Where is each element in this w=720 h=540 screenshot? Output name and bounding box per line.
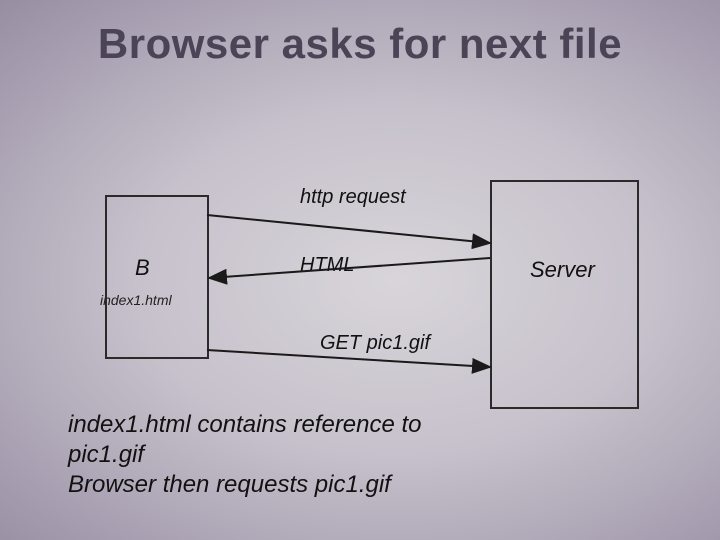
- slide-title: Browser asks for next file: [0, 20, 720, 68]
- arrow-label-get: GET pic1.gif: [320, 332, 430, 355]
- arrow-label-http-request: http request: [300, 186, 406, 209]
- server-box: [490, 180, 639, 409]
- browser-file-label: index1.html: [100, 292, 172, 308]
- server-label: Server: [530, 257, 595, 283]
- browser-box: [105, 195, 209, 359]
- slide: Browser asks for next file B Server inde…: [0, 0, 720, 540]
- caption-text: index1.html contains reference to pic1.g…: [68, 410, 488, 500]
- arrow-label-html: HTML: [300, 254, 354, 277]
- browser-label: B: [135, 255, 150, 281]
